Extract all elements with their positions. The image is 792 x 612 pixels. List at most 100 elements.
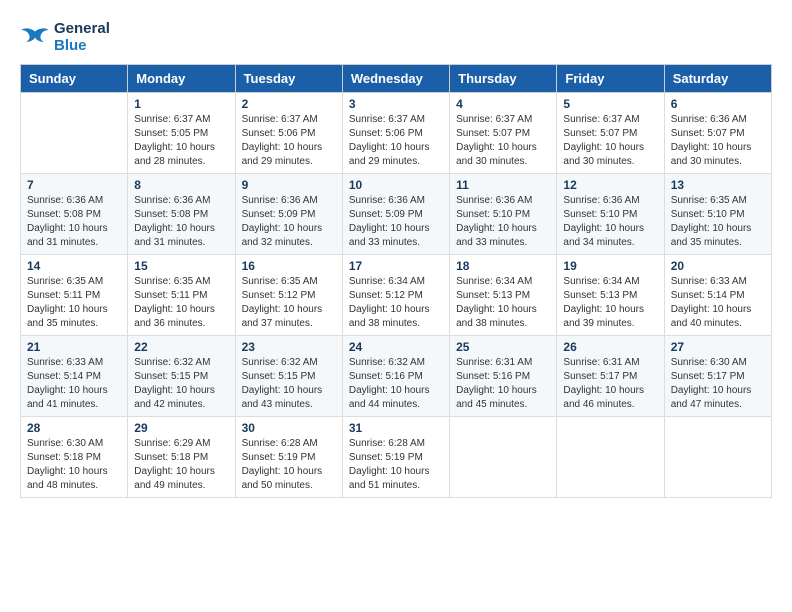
day-info: Sunrise: 6:37 AMSunset: 5:06 PMDaylight:… <box>349 113 443 169</box>
day-number: 27 <box>671 340 765 354</box>
calendar-table: SundayMondayTuesdayWednesdayThursdayFrid… <box>20 64 772 498</box>
day-number: 1 <box>134 97 228 111</box>
calendar-cell: 8 Sunrise: 6:36 AMSunset: 5:08 PMDaylight… <box>128 174 235 255</box>
weekday-header-sunday: Sunday <box>21 65 128 93</box>
calendar-cell: 30Sunrise: 6:28 AMSunset: 5:19 PMDayligh… <box>235 417 342 498</box>
day-number: 8 <box>134 178 228 192</box>
calendar-cell: 28 Sunrise: 6:30 AMSunset: 5:18 PMDayligh… <box>21 417 128 498</box>
weekday-header-monday: Monday <box>128 65 235 93</box>
calendar-cell: 5 Sunrise: 6:37 AMSunset: 5:07 PMDaylight… <box>557 93 664 174</box>
day-number: 6 <box>671 97 765 111</box>
calendar-cell: 31Sunrise: 6:28 AMSunset: 5:19 PMDayligh… <box>342 417 449 498</box>
day-info: Sunrise: 6:37 AMSunset: 5:06 PMDaylight:… <box>242 113 336 169</box>
calendar-week-row: 28 Sunrise: 6:30 AMSunset: 5:18 PMDayligh… <box>21 417 772 498</box>
day-number: 23 <box>242 340 336 354</box>
day-info: Sunrise: 6:34 AMSunset: 5:12 PMDaylight:… <box>349 275 443 331</box>
calendar-cell: 3 Sunrise: 6:37 AMSunset: 5:06 PMDaylight… <box>342 93 449 174</box>
day-number: 31 <box>349 421 443 435</box>
calendar-cell: 21 Sunrise: 6:33 AMSunset: 5:14 PMDayligh… <box>21 336 128 417</box>
day-info: Sunrise: 6:30 AMSunset: 5:18 PMDaylight:… <box>27 437 121 493</box>
day-number: 15 <box>134 259 228 273</box>
day-info: Sunrise: 6:35 AMSunset: 5:11 PMDaylight:… <box>134 275 228 331</box>
calendar-week-row: 1 Sunrise: 6:37 AMSunset: 5:05 PMDaylight… <box>21 93 772 174</box>
day-number: 26 <box>563 340 657 354</box>
calendar-cell: 16 Sunrise: 6:35 AMSunset: 5:12 PMDayligh… <box>235 255 342 336</box>
logo-icon <box>20 25 50 50</box>
day-info: Sunrise: 6:32 AMSunset: 5:15 PMDaylight:… <box>242 356 336 412</box>
calendar-week-row: 7 Sunrise: 6:36 AMSunset: 5:08 PMDaylight… <box>21 174 772 255</box>
calendar-cell: 23 Sunrise: 6:32 AMSunset: 5:15 PMDayligh… <box>235 336 342 417</box>
page-header: General Blue <box>20 20 772 54</box>
day-info: Sunrise: 6:37 AMSunset: 5:05 PMDaylight:… <box>134 113 228 169</box>
day-number: 7 <box>27 178 121 192</box>
calendar-cell: 7 Sunrise: 6:36 AMSunset: 5:08 PMDaylight… <box>21 174 128 255</box>
calendar-cell: 17 Sunrise: 6:34 AMSunset: 5:12 PMDayligh… <box>342 255 449 336</box>
day-number: 28 <box>27 421 121 435</box>
day-info: Sunrise: 6:30 AMSunset: 5:17 PMDaylight:… <box>671 356 765 412</box>
day-info: Sunrise: 6:31 AMSunset: 5:16 PMDaylight:… <box>456 356 550 412</box>
weekday-header-saturday: Saturday <box>664 65 771 93</box>
day-info: Sunrise: 6:33 AMSunset: 5:14 PMDaylight:… <box>27 356 121 412</box>
calendar-week-row: 21 Sunrise: 6:33 AMSunset: 5:14 PMDayligh… <box>21 336 772 417</box>
logo: General Blue <box>20 20 110 54</box>
weekday-header-wednesday: Wednesday <box>342 65 449 93</box>
calendar-cell: 27 Sunrise: 6:30 AMSunset: 5:17 PMDayligh… <box>664 336 771 417</box>
day-info: Sunrise: 6:36 AMSunset: 5:08 PMDaylight:… <box>134 194 228 250</box>
day-number: 21 <box>27 340 121 354</box>
day-number: 19 <box>563 259 657 273</box>
day-info: Sunrise: 6:35 AMSunset: 5:11 PMDaylight:… <box>27 275 121 331</box>
calendar-cell <box>21 93 128 174</box>
calendar-cell: 4 Sunrise: 6:37 AMSunset: 5:07 PMDaylight… <box>450 93 557 174</box>
day-info: Sunrise: 6:36 AMSunset: 5:10 PMDaylight:… <box>456 194 550 250</box>
day-number: 24 <box>349 340 443 354</box>
weekday-header-row: SundayMondayTuesdayWednesdayThursdayFrid… <box>21 65 772 93</box>
day-number: 17 <box>349 259 443 273</box>
day-info: Sunrise: 6:32 AMSunset: 5:16 PMDaylight:… <box>349 356 443 412</box>
calendar-cell: 6Sunrise: 6:36 AMSunset: 5:07 PMDaylight… <box>664 93 771 174</box>
day-info: Sunrise: 6:35 AMSunset: 5:10 PMDaylight:… <box>671 194 765 250</box>
calendar-cell: 13Sunrise: 6:35 AMSunset: 5:10 PMDayligh… <box>664 174 771 255</box>
day-info: Sunrise: 6:34 AMSunset: 5:13 PMDaylight:… <box>456 275 550 331</box>
calendar-cell: 10 Sunrise: 6:36 AMSunset: 5:09 PMDayligh… <box>342 174 449 255</box>
day-number: 22 <box>134 340 228 354</box>
day-info: Sunrise: 6:37 AMSunset: 5:07 PMDaylight:… <box>456 113 550 169</box>
logo-text: General Blue <box>54 20 110 54</box>
day-number: 16 <box>242 259 336 273</box>
weekday-header-friday: Friday <box>557 65 664 93</box>
day-info: Sunrise: 6:37 AMSunset: 5:07 PMDaylight:… <box>563 113 657 169</box>
day-number: 14 <box>27 259 121 273</box>
day-number: 20 <box>671 259 765 273</box>
calendar-cell: 29Sunrise: 6:29 AMSunset: 5:18 PMDayligh… <box>128 417 235 498</box>
day-number: 30 <box>242 421 336 435</box>
weekday-header-tuesday: Tuesday <box>235 65 342 93</box>
day-number: 5 <box>563 97 657 111</box>
calendar-cell: 9 Sunrise: 6:36 AMSunset: 5:09 PMDaylight… <box>235 174 342 255</box>
day-number: 11 <box>456 178 550 192</box>
calendar-cell <box>664 417 771 498</box>
day-number: 18 <box>456 259 550 273</box>
calendar-cell: 19Sunrise: 6:34 AMSunset: 5:13 PMDayligh… <box>557 255 664 336</box>
calendar-cell: 20 Sunrise: 6:33 AMSunset: 5:14 PMDayligh… <box>664 255 771 336</box>
day-number: 25 <box>456 340 550 354</box>
calendar-cell <box>557 417 664 498</box>
day-info: Sunrise: 6:36 AMSunset: 5:10 PMDaylight:… <box>563 194 657 250</box>
day-number: 12 <box>563 178 657 192</box>
day-info: Sunrise: 6:33 AMSunset: 5:14 PMDaylight:… <box>671 275 765 331</box>
day-info: Sunrise: 6:36 AMSunset: 5:09 PMDaylight:… <box>349 194 443 250</box>
day-info: Sunrise: 6:35 AMSunset: 5:12 PMDaylight:… <box>242 275 336 331</box>
calendar-cell <box>450 417 557 498</box>
calendar-week-row: 14 Sunrise: 6:35 AMSunset: 5:11 PMDayligh… <box>21 255 772 336</box>
calendar-cell: 25 Sunrise: 6:31 AMSunset: 5:16 PMDayligh… <box>450 336 557 417</box>
day-info: Sunrise: 6:36 AMSunset: 5:08 PMDaylight:… <box>27 194 121 250</box>
calendar-cell: 2Sunrise: 6:37 AMSunset: 5:06 PMDaylight… <box>235 93 342 174</box>
weekday-header-thursday: Thursday <box>450 65 557 93</box>
day-number: 10 <box>349 178 443 192</box>
day-number: 4 <box>456 97 550 111</box>
calendar-cell: 18 Sunrise: 6:34 AMSunset: 5:13 PMDayligh… <box>450 255 557 336</box>
day-info: Sunrise: 6:36 AMSunset: 5:09 PMDaylight:… <box>242 194 336 250</box>
day-number: 3 <box>349 97 443 111</box>
day-number: 9 <box>242 178 336 192</box>
calendar-cell: 15 Sunrise: 6:35 AMSunset: 5:11 PMDayligh… <box>128 255 235 336</box>
calendar-cell: 24 Sunrise: 6:32 AMSunset: 5:16 PMDayligh… <box>342 336 449 417</box>
calendar-cell: 22Sunrise: 6:32 AMSunset: 5:15 PMDayligh… <box>128 336 235 417</box>
